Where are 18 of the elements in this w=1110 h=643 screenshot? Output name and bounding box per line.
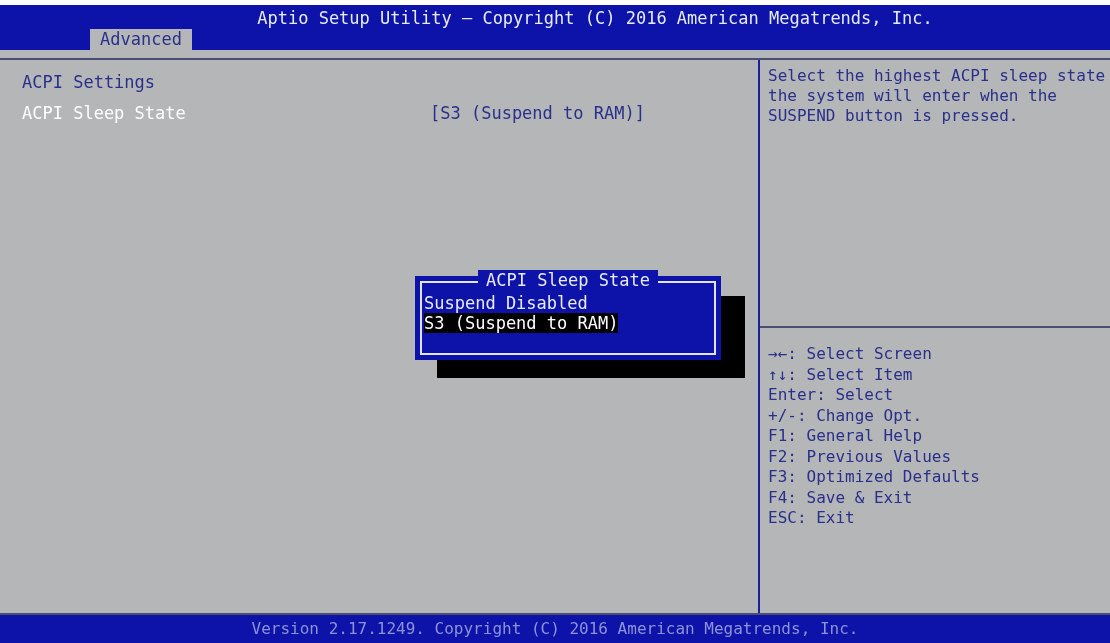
popup-title: ACPI Sleep State [478, 270, 658, 291]
key-hint: F4: Save & Exit [768, 487, 914, 508]
key-hint: →←: Select Screen [768, 344, 933, 365]
setting-value[interactable]: [S3 (Suspend to RAM)] [430, 102, 645, 123]
help-text: Select the highest ACPI sleep state the system will enter when the SUSPEND button is pressed. [760, 60, 1110, 328]
window-title: Aptio Setup Utility – Copyright (C) 2016 American Megatrends, Inc. [257, 8, 933, 29]
menu-tab[interactable]: Advanced [90, 29, 192, 50]
key-hint: F2: Previous Values [768, 446, 953, 467]
key-hint: Enter: Select [768, 385, 895, 406]
popup-option[interactable]: S3 (Suspend to RAM) [424, 313, 619, 333]
key-hint: ↑↓: Select Item [768, 364, 914, 385]
key-hint: +/-: Change Opt. [768, 405, 924, 426]
section-heading: ACPI Settings [22, 72, 157, 93]
key-hint: F1: General Help [768, 426, 924, 447]
popup-option[interactable]: Suspend Disabled [424, 293, 588, 313]
key-hint: ESC: Exit [768, 508, 856, 529]
key-hint: F3: Optimized Defaults [768, 467, 981, 488]
footer-text: Version 2.17.1249. Copyright (C) 2016 American Megatrends, Inc. [251, 618, 859, 640]
